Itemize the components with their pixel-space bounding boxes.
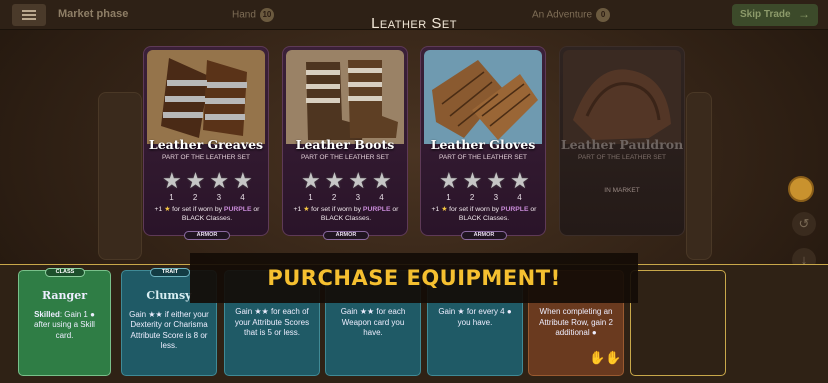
undo-icon[interactable]: ↺	[792, 212, 816, 236]
star-icon: ★	[439, 168, 459, 193]
class-card-ranger[interactable]: CLASS Ranger Skilled: Gain 1 ● after usi…	[18, 268, 111, 376]
equipment-subtitle: Part of the leather set	[162, 154, 250, 161]
armor-tag: ARMOR	[461, 231, 507, 240]
equipment-name: Leather Pauldron	[560, 137, 684, 152]
equipment-subtitle: Part of the leather set	[301, 154, 389, 161]
leather-greaves-art	[147, 50, 265, 144]
in-market-label: In market	[604, 187, 640, 194]
skill-card-text: When completing an Attribute Row, gain 2…	[539, 307, 613, 337]
hands-icon: ✋✋	[589, 350, 622, 365]
skill-card-text: Gain ★★ for each of your Attribute Score…	[234, 307, 310, 337]
leather-boots-art	[286, 50, 404, 144]
equipment-subtitle: Part of the leather set	[439, 154, 527, 161]
skill-card-text: Gain ★★ for each Weapon card you have.	[340, 307, 406, 337]
skill-card-text: Gain ★ for every 4 ● you have.	[438, 307, 512, 327]
equipment-subtitle: Part of the leather set	[578, 154, 666, 161]
star-levels: 1 2 3 4	[446, 193, 522, 202]
star-rating: ★ ★ ★ ★	[162, 168, 253, 193]
star-icon: ★	[324, 168, 345, 193]
star-icon: ★	[509, 168, 530, 193]
purchase-equipment-banner: PURCHASE EQUIPMENT!	[190, 253, 638, 303]
armor-tag: ARMOR	[323, 231, 369, 240]
star-icon: ★	[162, 168, 182, 193]
trait-tag: TRAIT	[150, 268, 190, 277]
equipment-name: Leather Gloves	[430, 137, 536, 152]
empty-card-slot[interactable]	[630, 270, 726, 376]
class-name: Ranger	[41, 289, 87, 302]
star-levels: 1 2 3 4	[308, 193, 384, 202]
background-card-left	[98, 92, 142, 260]
star-levels: 1 2 3 4	[169, 193, 245, 202]
armor-tag: ARMOR	[184, 231, 230, 240]
class-tag: CLASS	[45, 268, 85, 277]
leather-gloves-art	[424, 50, 542, 144]
leather-pauldron-art	[563, 50, 681, 144]
star-icon: ★	[301, 168, 321, 193]
menu-icon	[22, 10, 36, 12]
star-icon: ★	[486, 168, 507, 193]
set-title: Leather Set	[371, 15, 457, 32]
set-bonus-text: +1 ★ for set if worn by PURPLE or BLACK …	[293, 206, 399, 222]
background-card-right	[686, 92, 712, 260]
star-rating: ★ ★ ★ ★	[439, 168, 530, 193]
equipment-card-leather-boots[interactable]: Leather Boots Part of the leather set ★ …	[282, 46, 408, 240]
star-icon: ★	[209, 168, 230, 193]
star-icon: ★	[371, 168, 392, 193]
star-icon: ★	[348, 168, 369, 193]
star-icon: ★	[185, 168, 206, 193]
coin-icon[interactable]	[788, 176, 814, 202]
star-icon: ★	[462, 168, 483, 193]
equipment-card-leather-greaves[interactable]: Leather Greaves Part of the leather set …	[143, 46, 269, 240]
star-rating: ★ ★ ★ ★	[301, 168, 392, 193]
equipment-name: Leather Greaves	[148, 137, 264, 152]
equipment-card-leather-gloves[interactable]: Leather Gloves Part of the leather set ★…	[420, 46, 546, 240]
star-icon: ★	[232, 168, 253, 193]
trait-text: Gain ★★ if either your Dexterity or Char…	[129, 309, 209, 351]
set-bonus-text: +1 ★ for set if worn by PURPLE or BLACK …	[431, 206, 537, 222]
equipment-name: Leather Boots	[295, 137, 395, 152]
equipment-card-leather-pauldron: Leather Pauldron Part of the leather set…	[559, 46, 685, 236]
class-ability-text: Skilled: Gain 1 ● after using a Skill ca…	[34, 309, 95, 340]
set-bonus-text: +1 ★ for set if worn by PURPLE or BLACK …	[154, 206, 260, 222]
